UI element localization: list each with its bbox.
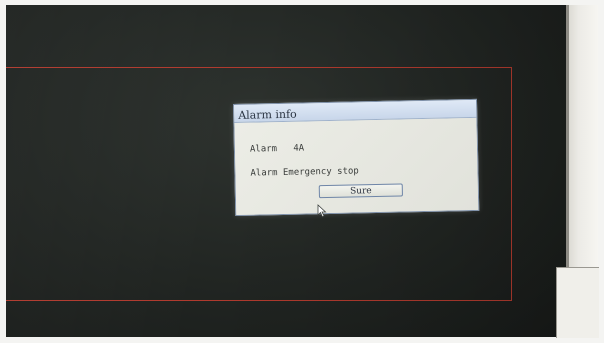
- mouse-pointer-icon: [317, 204, 327, 218]
- alarm-message-value: Emergency stop: [282, 166, 359, 178]
- dialog-title: Alarm info: [238, 107, 297, 122]
- alarm-code-line: Alarm 4A: [250, 144, 304, 155]
- alarm-code-value: 4A: [293, 143, 305, 154]
- alarm-message-line: Alarm Emergency stop: [250, 166, 359, 178]
- alarm-info-dialog: Alarm info Alarm 4A Alarm Emergency stop…: [233, 98, 480, 216]
- monitor-bezel: [556, 5, 599, 338]
- alarm-message-label: Alarm: [250, 168, 278, 179]
- sure-button[interactable]: Sure: [318, 183, 403, 199]
- alarm-code-label: Alarm: [249, 144, 278, 155]
- bezel-panel: [556, 267, 599, 338]
- dialog-body: Alarm 4A Alarm Emergency stop Sure: [234, 117, 479, 215]
